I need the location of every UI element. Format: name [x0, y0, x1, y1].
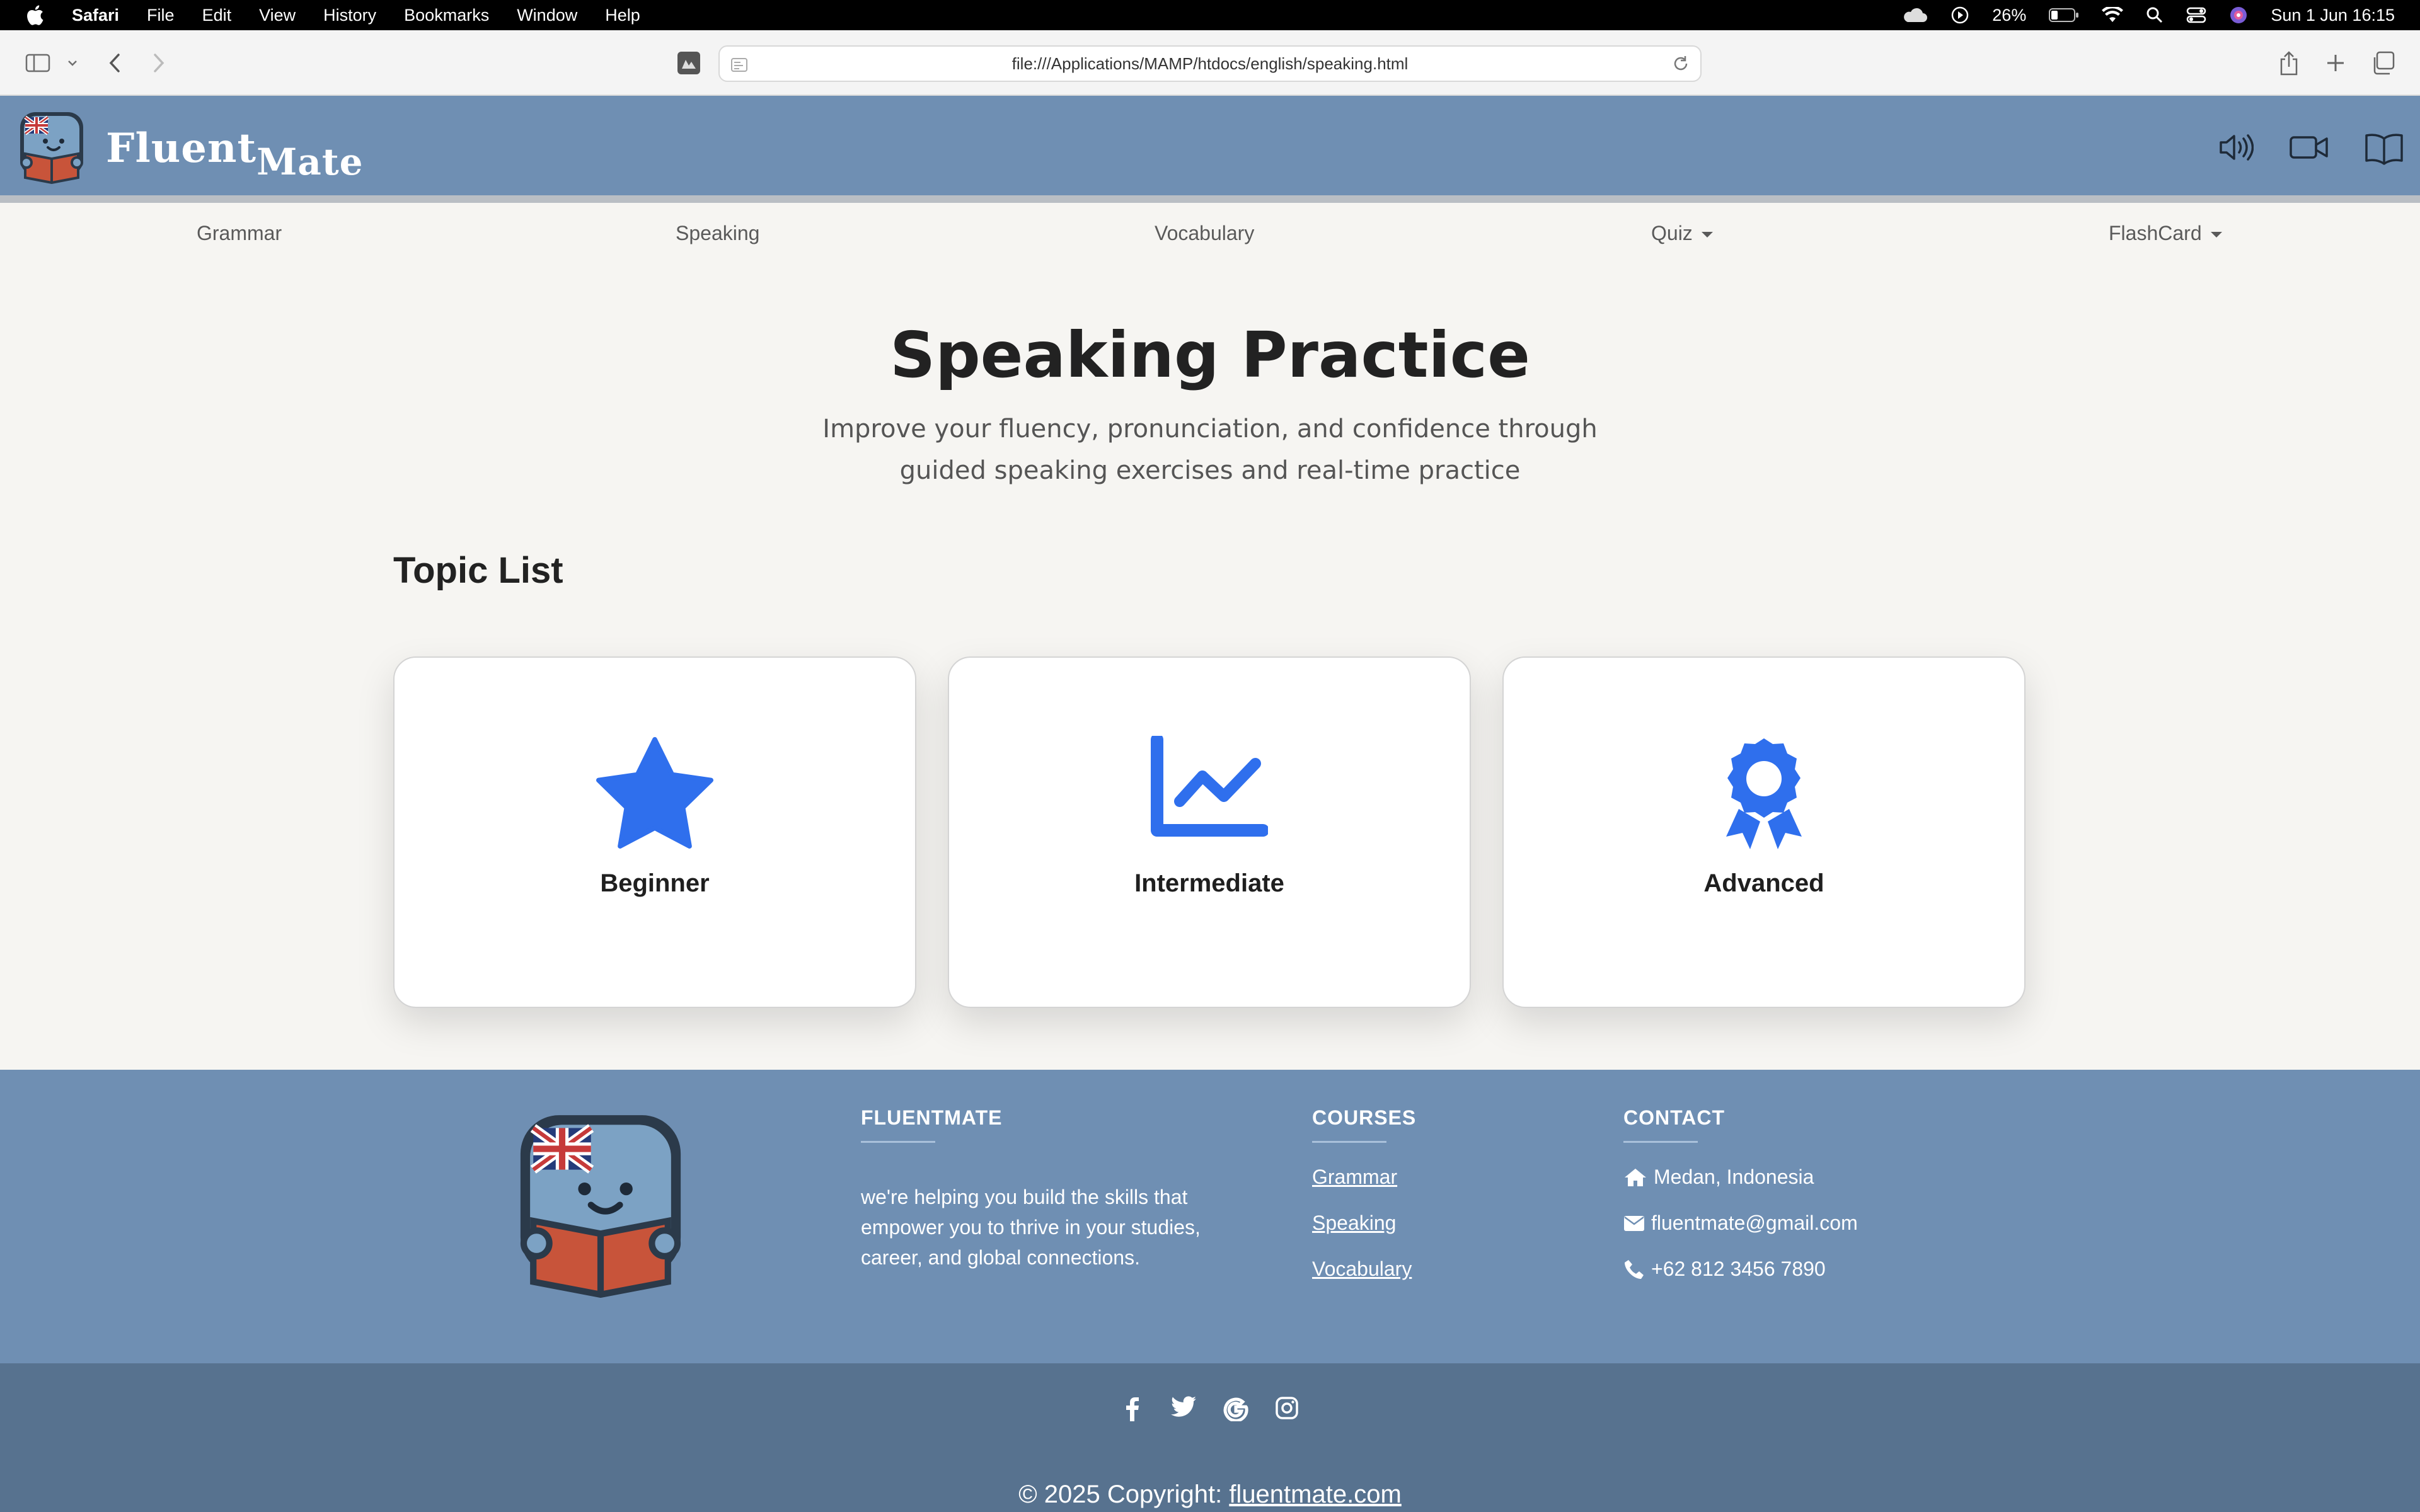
contact-email: fluentmate@gmail.com [1623, 1211, 1858, 1235]
nav-vocabulary-label: Vocabulary [1155, 222, 1255, 244]
menu-file[interactable]: File [147, 6, 175, 25]
copyright: © 2025 Copyright: fluentmate.com [0, 1480, 2420, 1509]
footer-courses: COURSES Grammar Speaking Vocabulary [1312, 1106, 1416, 1281]
header-icons [2218, 132, 2404, 165]
logo-icon[interactable] [16, 110, 87, 185]
topic-label: Beginner [600, 869, 710, 897]
topic-card-advanced[interactable]: Advanced [1502, 656, 2025, 1008]
footer-link-vocabulary[interactable]: Vocabulary [1312, 1257, 1416, 1281]
instagram-icon[interactable] [1275, 1396, 1299, 1420]
reload-icon[interactable] [1671, 54, 1690, 73]
menu-bookmarks[interactable]: Bookmarks [404, 6, 489, 25]
nav-speaking-label: Speaking [676, 222, 760, 244]
video-icon[interactable] [2289, 132, 2329, 163]
chart-line-icon [1151, 736, 1268, 837]
facebook-icon[interactable] [1121, 1396, 1144, 1421]
phone-icon [1625, 1259, 1644, 1279]
contact-address-text: Medan, Indonesia [1654, 1166, 1814, 1188]
main-nav: Grammar Speaking Vocabulary Quiz FlashCa… [0, 203, 2420, 268]
apple-icon[interactable] [25, 4, 44, 26]
contact-phone-text[interactable]: +62 812 3456 7890 [1651, 1257, 1826, 1281]
browser-toolbar: file:///Applications/MAMP/htdocs/english… [0, 30, 2420, 96]
menu-clock[interactable]: Sun 1 Jun 16:15 [2271, 6, 2395, 25]
new-tab-icon[interactable] [2325, 49, 2346, 77]
macos-menu-bar: Safari File Edit View History Bookmarks … [0, 0, 2420, 30]
topic-card-intermediate[interactable]: Intermediate [948, 656, 1471, 1008]
nav-vocabulary[interactable]: Vocabulary [1155, 222, 1254, 245]
twitter-icon[interactable] [1170, 1396, 1197, 1419]
menu-app-name[interactable]: Safari [72, 6, 119, 25]
url-bar[interactable]: file:///Applications/MAMP/htdocs/english… [718, 45, 1702, 82]
menu-help[interactable]: Help [605, 6, 640, 25]
footer-contact-heading: CONTACT [1623, 1106, 1726, 1129]
footer-about-heading: FLUENTMATE [861, 1106, 1003, 1129]
speaker-icon[interactable] [2218, 132, 2254, 163]
siri-icon[interactable] [2229, 6, 2248, 25]
copyright-text: © 2025 Copyright: [1018, 1480, 1230, 1508]
caret-down-icon [2210, 232, 2222, 238]
menu-edit[interactable]: Edit [202, 6, 232, 25]
footer-about: FLUENTMATE we're helping you build the s… [861, 1106, 1239, 1273]
copyright-link[interactable]: fluentmate.com [1229, 1480, 1401, 1508]
site-footer: FLUENTMATE we're helping you build the s… [0, 1070, 2420, 1363]
play-icon[interactable] [1950, 6, 1969, 25]
page-icon [731, 58, 747, 72]
envelope-icon [1624, 1215, 1644, 1231]
topic-label: Advanced [1703, 869, 1824, 897]
page-title: Speaking Practice [890, 318, 1530, 392]
wifi-icon[interactable] [2102, 7, 2124, 23]
back-button[interactable] [107, 49, 122, 77]
forward-button[interactable] [151, 49, 166, 77]
social-links [0, 1396, 2420, 1421]
topic-list-heading: Topic List [393, 550, 563, 591]
award-icon [1726, 738, 1802, 849]
nav-flashcard-dropdown[interactable]: FlashCard [2109, 222, 2222, 245]
site-header: FluentMate [0, 96, 2420, 203]
tab-overview-icon[interactable] [2371, 49, 2395, 77]
search-icon[interactable] [2146, 6, 2164, 24]
home-icon [1625, 1168, 1646, 1186]
contact-phone: +62 812 3456 7890 [1623, 1257, 1858, 1281]
contact-address: Medan, Indonesia [1623, 1166, 1858, 1189]
nav-flashcard-label: FlashCard [2109, 222, 2202, 244]
topic-label: Intermediate [1134, 869, 1284, 897]
battery-percent: 26% [1992, 5, 2027, 25]
footer-about-text: we're helping you build the skills that … [861, 1186, 1201, 1269]
nav-speaking[interactable]: Speaking [676, 222, 759, 245]
nav-quiz-label: Quiz [1651, 222, 1693, 244]
nav-quiz-dropdown[interactable]: Quiz [1651, 222, 1713, 245]
brand-main: Fluent [106, 125, 257, 172]
footer-bottom-bar: © 2025 Copyright: fluentmate.com [0, 1363, 2420, 1512]
topic-card-beginner[interactable]: Beginner [393, 656, 916, 1008]
footer-contact: CONTACT Medan, Indonesia fluentmate@gmai… [1623, 1106, 1858, 1281]
url-text[interactable]: file:///Applications/MAMP/htdocs/english… [1012, 54, 1409, 74]
site-settings-icon[interactable] [677, 49, 701, 77]
nav-grammar-label: Grammar [197, 222, 282, 244]
sidebar-toggle-icon[interactable] [25, 49, 50, 77]
menu-view[interactable]: View [259, 6, 296, 25]
icloud-icon[interactable] [1901, 7, 1928, 23]
caret-down-icon [1701, 232, 1713, 238]
footer-courses-heading: COURSES [1312, 1106, 1417, 1129]
google-icon[interactable] [1223, 1396, 1248, 1421]
heading-underline [861, 1141, 935, 1143]
share-icon[interactable] [2279, 49, 2299, 77]
menu-history[interactable]: History [323, 6, 376, 25]
battery-icon[interactable] [2049, 8, 2079, 23]
control-center-icon[interactable] [2186, 6, 2206, 24]
footer-logo-icon [510, 1109, 691, 1298]
brand-sub: Mate [256, 140, 364, 183]
book-icon[interactable] [2365, 132, 2404, 165]
contact-email-text[interactable]: fluentmate@gmail.com [1651, 1211, 1858, 1235]
footer-link-speaking[interactable]: Speaking [1312, 1211, 1416, 1235]
brand-logo-text[interactable]: FluentMate [106, 125, 364, 183]
star-icon [596, 736, 713, 849]
heading-underline [1312, 1141, 1386, 1143]
nav-grammar[interactable]: Grammar [197, 222, 282, 245]
footer-link-grammar[interactable]: Grammar [1312, 1166, 1416, 1189]
page-subtitle: Improve your fluency, pronunciation, and… [822, 415, 1598, 485]
heading-underline [1623, 1141, 1698, 1143]
menu-window[interactable]: Window [517, 6, 577, 25]
chevron-down-icon[interactable] [67, 49, 78, 77]
